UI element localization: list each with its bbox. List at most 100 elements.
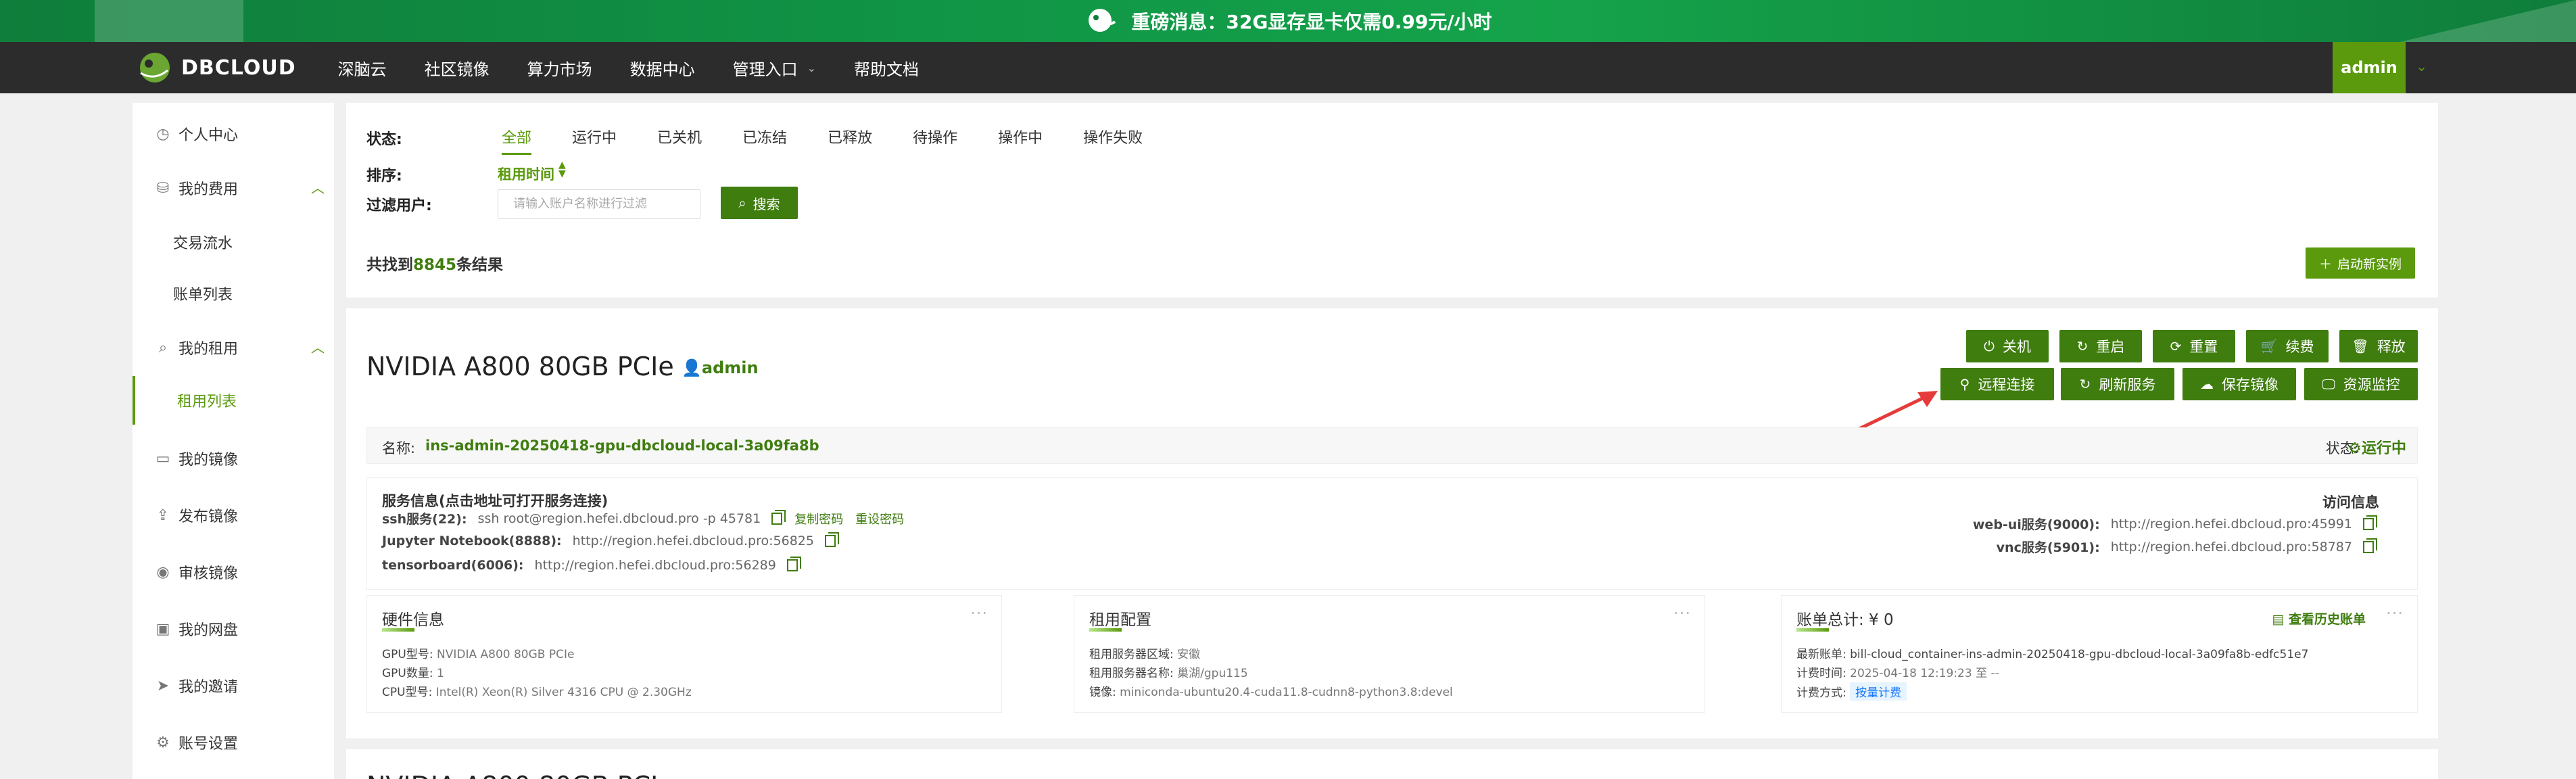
latest-bill-row: 最新账单: bill-cloud_container-ins-admin-202… [1796, 644, 2308, 661]
card-accent-bar [382, 628, 414, 632]
ssh-service-row: ssh服务(22): ssh root@region.hefei.dbcloud… [382, 509, 904, 527]
refresh-services-button[interactable]: ↻ 刷新服务 [2061, 368, 2174, 400]
nav-item-data-center[interactable]: 数据中心 [630, 56, 695, 80]
copy-icon[interactable] [824, 532, 839, 547]
sidebar-subitem-bills[interactable]: 账单列表 [173, 283, 233, 304]
logo[interactable]: DBCLOUD [133, 50, 296, 85]
card-accent-bar [1796, 628, 1829, 632]
services-title: 服务信息(点击地址可打开服务连接) [382, 493, 609, 509]
nav-item-community-images[interactable]: 社区镜像 [425, 56, 490, 80]
region-label: 租用服务器区域: [1089, 648, 1174, 661]
restart-button[interactable]: ↻ 重启 [2059, 330, 2142, 362]
status-tab-all[interactable]: 全部 [502, 126, 532, 155]
cpu-model-label: CPU型号: [382, 686, 433, 699]
sort-value[interactable]: 租用时间 [498, 164, 554, 184]
status-tab-failed[interactable]: 操作失败 [1083, 126, 1143, 155]
copy-icon[interactable] [786, 557, 801, 571]
webui-address[interactable]: http://region.hefei.dbcloud.pro:45991 [2111, 517, 2352, 532]
instance-card: NVIDIA A800 80GB PCIe 👤admin ⏻ 关机 ↻ 重启 ⟳ 重置… [346, 308, 2438, 738]
send-icon: ➤ [156, 677, 170, 694]
sidebar-item-disk[interactable]: ▣ 我的网盘 [156, 618, 238, 640]
filter-user-input[interactable]: 请输入账户名称进行过滤 [498, 189, 700, 219]
sync-icon: ⟳ [2170, 338, 2182, 354]
vnc-address[interactable]: http://region.hefei.dbcloud.pro:58787 [2111, 540, 2352, 554]
nav-item-label: 帮助文档 [854, 60, 920, 79]
reset-button[interactable]: ⟳ 重置 [2153, 330, 2235, 362]
shutdown-button[interactable]: ⏻ 关机 [1966, 330, 2049, 362]
release-button[interactable]: 🗑 释放 [2339, 330, 2418, 362]
button-label: 刷新服务 [2099, 377, 2156, 393]
sidebar-item-label: 账号设置 [178, 736, 239, 753]
new-instance-button[interactable]: ＋ 启动新实例 [2306, 247, 2415, 279]
vnc-service-row: vnc服务(5901): http://region.hefei.dbcloud… [1997, 538, 2377, 556]
nav-item-help-docs[interactable]: 帮助文档 [854, 56, 919, 80]
copy-icon[interactable] [2363, 538, 2377, 553]
more-icon[interactable]: ··· [970, 604, 988, 623]
sidebar-subitem-rental-list[interactable]: 租用列表 [133, 376, 334, 425]
status-tab-shutdown[interactable]: 已关机 [657, 126, 702, 155]
copy-icon[interactable] [2363, 515, 2377, 530]
resource-monitor-button[interactable]: 🖵 资源监控 [2304, 368, 2418, 400]
billing-method-label: 计费方式: [1796, 686, 1846, 700]
user-menu-button[interactable]: admin [2333, 42, 2406, 93]
chevron-down-icon[interactable]: ⌄ [2416, 58, 2427, 74]
sidebar-item-invite[interactable]: ➤ 我的邀请 [156, 675, 238, 697]
reset-password-link[interactable]: 重设密码 [855, 510, 904, 527]
more-icon[interactable]: ··· [2386, 604, 2404, 623]
status-tab-pending[interactable]: 待操作 [913, 126, 957, 155]
button-label: 关机 [2002, 339, 2031, 355]
jupyter-address[interactable]: http://region.hefei.dbcloud.pro:56825 [573, 534, 814, 548]
search-icon: ⌕ [158, 339, 168, 356]
sidebar-item-fees[interactable]: ⛁ 我的费用 [156, 177, 238, 199]
ssh-address[interactable]: ssh root@region.hefei.dbcloud.pro -p 457… [478, 511, 761, 526]
remote-connect-button[interactable]: ⚲ 远程连接 [1940, 368, 2054, 400]
search-button[interactable]: ⌕ 搜索 [721, 187, 798, 219]
instance-owner: 👤admin [682, 358, 759, 377]
jupyter-service-row: Jupyter Notebook(8888): http://region.he… [382, 532, 839, 548]
sidebar-subitem-transactions[interactable]: 交易流水 [173, 231, 233, 253]
announcement-banner[interactable]: 重磅消息：32G显存显卡仅需0.99元/小时 [0, 0, 2576, 42]
instance-name[interactable]: ins-admin-20250418-gpu-dbcloud-local-3a0… [425, 438, 819, 454]
cloud-icon: ☁ [2200, 376, 2214, 392]
server-label: 租用服务器名称: [1089, 667, 1174, 680]
image-value: miniconda-ubuntu20.4-cuda11.8-cudnn8-pyt… [1120, 686, 1453, 699]
monitor-icon: 🖵 [2322, 376, 2335, 392]
sidebar-item-account[interactable]: ⚙ 账号设置 [156, 732, 238, 753]
status-tab-running[interactable]: 运行中 [572, 126, 617, 155]
sort-arrows-icon[interactable]: ▲ ▼ [558, 160, 566, 179]
nav-item-admin-entry[interactable]: 管理入口 ⌄ [733, 56, 816, 80]
logo-text: DBCLOUD [181, 55, 296, 80]
chevron-up-icon[interactable]: ︿ [311, 177, 325, 197]
nav-item-deepbrain[interactable]: 深脑云 [338, 56, 387, 80]
sidebar-item-review[interactable]: ◉ 审核镜像 [156, 561, 238, 583]
image-row: 镜像: miniconda-ubuntu20.4-cuda11.8-cudnn8… [1089, 682, 1453, 699]
status-tab-released[interactable]: 已释放 [828, 126, 872, 155]
gpu-count-value: 1 [437, 667, 444, 680]
renew-button[interactable]: 🛒 续费 [2246, 330, 2329, 362]
cpu-model-value: Intel(R) Xeon(R) Silver 4316 CPU @ 2.30G… [435, 686, 692, 699]
filter-panel: 状态: 全部 运行中 已关机 已冻结 已释放 待操作 操作中 操作失败 排序: … [346, 103, 2438, 298]
result-prefix: 共找到 [366, 256, 413, 274]
nav-item-compute-market[interactable]: 算力市场 [527, 56, 592, 80]
card-accent-bar [1089, 628, 1122, 632]
gear-icon: ⚙ [156, 734, 170, 751]
sidebar-item-personal[interactable]: ◷ 个人中心 [156, 123, 238, 145]
status-tab-frozen[interactable]: 已冻结 [742, 126, 787, 155]
gpu-count-row: GPU数量: 1 [382, 663, 444, 680]
sidebar-item-publish[interactable]: ⇪ 发布镜像 [156, 504, 238, 526]
chevron-up-icon[interactable]: ︿ [311, 337, 325, 356]
more-icon[interactable]: ··· [1673, 604, 1691, 623]
copy-password-link[interactable]: 复制密码 [794, 510, 843, 527]
save-image-button[interactable]: ☁ 保存镜像 [2183, 368, 2296, 400]
status-tab-operating[interactable]: 操作中 [998, 126, 1043, 155]
coins-icon: ⛁ [156, 179, 170, 197]
gpu-model-value: NVIDIA A800 80GB PCIe [437, 648, 575, 661]
sidebar-item-images[interactable]: ▭ 我的镜像 [156, 448, 238, 469]
filter-user-label: 过滤用户: [366, 197, 432, 214]
history-bills-link[interactable]: ▤ 查看历史账单 [2272, 609, 2366, 628]
billing-time-label: 计费时间: [1796, 667, 1846, 680]
ssh-label: ssh服务(22): [382, 512, 467, 527]
tensorboard-address[interactable]: http://region.hefei.dbcloud.pro:56289 [535, 558, 776, 573]
sidebar-item-rentals[interactable]: ⌕ 我的租用 [156, 337, 238, 358]
copy-icon[interactable] [771, 509, 786, 525]
